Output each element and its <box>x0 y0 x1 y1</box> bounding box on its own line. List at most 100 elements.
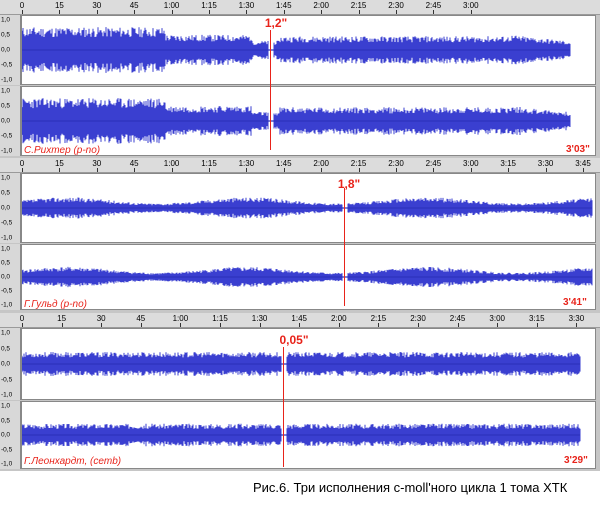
timeline-ruler[interactable]: 0 15 30 45 1:00 1:15 1:30 1:45 2:00 2:15 2:30 2:45 3… <box>0 313 600 328</box>
amplitude-axis: 1,0 0,5 0,0 -0,5 -1,0 <box>0 173 21 243</box>
timeline-tick-label: 2:15 <box>350 1 367 10</box>
amplitude-tick-label: -1,0 <box>1 460 13 468</box>
timeline-tick-label: 15 <box>57 314 67 323</box>
amplitude-tick-label: 0,0 <box>1 273 11 281</box>
amplitude-tick-label: 1,0 <box>1 87 11 95</box>
timeline-tick-label: 1:15 <box>212 314 228 323</box>
timeline-tick-mark <box>140 323 142 327</box>
pause-marker-line <box>270 30 271 150</box>
amplitude-axis: 1,0 0,5 0,0 -0,5 -1,0 <box>0 86 21 156</box>
timeline-tick-label: 0 <box>19 314 25 323</box>
timeline-tick-mark <box>171 168 173 172</box>
amplitude-tick-label: 0,5 <box>1 259 11 267</box>
timeline-tick-label: 3:30 <box>568 314 585 323</box>
amplitude-axis: 1,0 0,5 0,0 -0,5 -1,0 <box>0 328 21 400</box>
timeline-tick-label: 3:45 <box>575 159 591 168</box>
timeline-tick-mark <box>358 10 360 14</box>
amplitude-tick-label: 0,0 <box>1 117 11 125</box>
timeline-tick-mark <box>497 323 499 327</box>
timeline-tick-mark <box>396 10 397 14</box>
timeline-tick-label: 1:15 <box>201 159 217 168</box>
waveform-graphic <box>22 27 571 73</box>
timeline-tick-label: 3:15 <box>529 314 545 323</box>
pause-duration-label: 1,8" <box>337 177 361 191</box>
amplitude-tick-label: -1,0 <box>1 301 13 309</box>
amplitude-tick-label: 0,5 <box>1 31 11 39</box>
waveform[interactable] <box>21 86 596 156</box>
waveform[interactable] <box>21 173 596 243</box>
timeline-tick-label: 3:30 <box>537 159 554 168</box>
amplitude-tick-label: 1,0 <box>1 329 11 337</box>
recording-panel-gould: 0 15 30 45 1:00 1:15 1:30 1:45 2:00 2:15 2:30 2:45 3… <box>0 158 600 313</box>
timeline-tick-mark <box>220 323 221 327</box>
timeline-tick-label: 15 <box>54 1 64 10</box>
amplitude-tick-label: -0,5 <box>1 132 13 140</box>
timeline-tick-label: 2:00 <box>313 1 329 10</box>
timeline-ruler[interactable]: 0 15 30 45 1:00 1:15 1:30 1:45 2:00 2:15 2:30 2:45 3… <box>0 0 600 15</box>
performer-label: Г.Гульд (p-no) <box>24 299 87 310</box>
timeline-tick-mark <box>299 323 301 327</box>
audio-track-left[interactable]: 1,0 0,5 0,0 -0,5 -1,0 <box>0 173 600 243</box>
timeline-tick-mark <box>209 168 210 172</box>
timeline-tick-label: 1:30 <box>251 314 268 323</box>
timeline-tick-mark <box>545 168 547 172</box>
timeline-tick-mark <box>96 10 98 14</box>
amplitude-tick-label: -0,5 <box>1 61 13 69</box>
amplitude-tick-label: -1,0 <box>1 234 13 242</box>
timeline-tick-label: 1:30 <box>238 159 255 168</box>
timeline-tick-label: 45 <box>136 314 146 323</box>
timeline-tick-label: 2:00 <box>313 159 329 168</box>
timeline-tick-mark <box>101 323 103 327</box>
amplitude-tick-label: -0,5 <box>1 446 13 453</box>
recording-panel-leonhardt: 0 15 30 45 1:00 1:15 1:30 1:45 2:00 2:15 2:30 2:45 3… <box>0 313 600 471</box>
pause-duration-label: 0,05" <box>279 333 309 347</box>
amplitude-tick-label: 0,5 <box>1 417 11 424</box>
timeline-tick-label: 1:00 <box>172 314 189 323</box>
audio-track-right[interactable]: 1,0 0,5 0,0 -0,5 -1,0 <box>0 244 600 310</box>
timeline-tick-label: 2:15 <box>370 314 387 323</box>
timeline-tick-mark <box>61 323 63 327</box>
timeline-tick-mark <box>470 168 472 172</box>
timeline-tick-label: 0 <box>19 1 25 10</box>
timeline-tick-label: 1:45 <box>276 159 292 168</box>
waveform[interactable] <box>21 244 596 310</box>
timeline-tick-mark <box>22 168 23 172</box>
timeline-tick-mark <box>59 10 61 14</box>
timeline-tick-label: 1:45 <box>276 1 292 10</box>
timeline-ruler[interactable]: 0 15 30 45 1:00 1:15 1:30 1:45 2:00 2:15 2:30 2:45 3… <box>0 158 600 173</box>
audio-track-left[interactable]: 1,0 0,5 0,0 -0,5 -1,0 <box>0 15 600 85</box>
timeline-tick-label: 1:00 <box>163 159 180 168</box>
timeline-tick-mark <box>396 168 397 172</box>
amplitude-tick-label: -0,5 <box>1 287 13 295</box>
timeline-tick-mark <box>321 168 323 172</box>
timeline-tick-mark <box>259 323 261 327</box>
timeline-tick-label: 30 <box>96 314 106 323</box>
timeline-tick-mark <box>536 323 538 327</box>
timeline-tick-mark <box>433 10 435 14</box>
timeline-tick-label: 15 <box>54 159 64 168</box>
timeline-tick-mark <box>508 168 510 172</box>
waveform-graphic <box>22 266 593 288</box>
timeline-tick-mark <box>338 323 340 327</box>
timeline-tick-label: 1:45 <box>291 314 307 323</box>
performer-label: С.Рихтер (p-no) <box>24 145 101 156</box>
timeline-tick-label: 2:30 <box>410 314 426 323</box>
timeline-tick-label: 3:00 <box>463 159 479 168</box>
duration-label: 3'29" <box>564 455 588 466</box>
timeline-tick-label: 2:00 <box>331 314 347 323</box>
timeline-tick-label: 30 <box>92 159 102 168</box>
timeline-tick-mark <box>576 323 578 327</box>
pause-duration-label: 1,2" <box>264 16 288 30</box>
amplitude-tick-label: -1,0 <box>1 76 13 84</box>
timeline-tick-label: 1:00 <box>163 1 180 10</box>
timeline-tick-label: 45 <box>129 1 139 10</box>
waveform[interactable] <box>21 15 596 85</box>
timeline-tick-label: 1:30 <box>238 1 255 10</box>
timeline-tick-mark <box>321 10 323 14</box>
timeline-tick-label: 30 <box>92 1 102 10</box>
timeline-tick-mark <box>134 10 136 14</box>
timeline-tick-mark <box>283 10 285 14</box>
amplitude-tick-label: 0,0 <box>1 46 11 54</box>
waveform-graphic <box>22 98 571 144</box>
waveform-graphic <box>22 197 593 219</box>
